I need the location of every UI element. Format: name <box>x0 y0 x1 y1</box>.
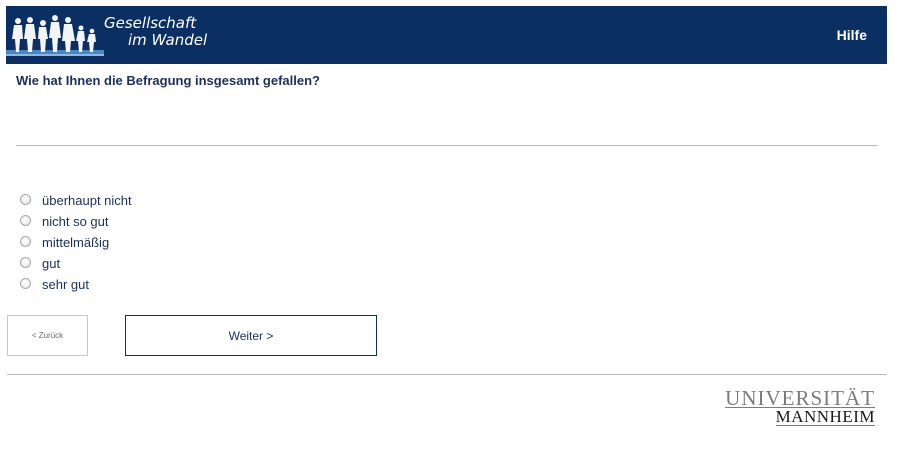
answer-options: überhaupt nicht nicht so gut mittelmäßig… <box>20 190 132 295</box>
people-silhouette-icon <box>6 15 104 56</box>
radio-button[interactable] <box>20 194 31 205</box>
radio-button[interactable] <box>20 278 31 289</box>
option-gut[interactable]: gut <box>20 253 132 274</box>
option-label: überhaupt nicht <box>42 193 132 208</box>
logo-line1: Gesellschaft <box>104 14 197 32</box>
option-label: sehr gut <box>42 277 89 292</box>
option-sehr-gut[interactable]: sehr gut <box>20 274 132 295</box>
next-button[interactable]: Weiter > <box>125 315 377 356</box>
footer-divider <box>7 374 887 375</box>
help-link[interactable]: Hilfe <box>837 27 867 43</box>
option-mittelmaessig[interactable]: mittelmäßig <box>20 232 132 253</box>
radio-button[interactable] <box>20 215 31 226</box>
logo-line2: im Wandel <box>128 31 208 49</box>
back-button[interactable]: < Zurück <box>7 315 88 356</box>
university-logo-line2: MANNHEIM <box>775 407 875 426</box>
option-nicht-so-gut[interactable]: nicht so gut <box>20 211 132 232</box>
option-label: mittelmäßig <box>42 235 110 250</box>
divider <box>16 145 878 146</box>
radio-button[interactable] <box>20 236 31 247</box>
option-ueberhaupt-nicht[interactable]: überhaupt nicht <box>20 190 132 211</box>
option-label: gut <box>42 256 61 271</box>
option-label: nicht so gut <box>42 214 109 229</box>
university-logo: UNIVERSITÄT MANNHEIM <box>725 388 875 427</box>
survey-logo: Gesellschaft im Wandel <box>6 6 236 64</box>
header-bar: Gesellschaft im Wandel Hilfe <box>6 6 887 64</box>
logo-text: Gesellschaft im Wandel <box>104 15 207 49</box>
university-logo-line1: UNIVERSITÄT <box>725 386 875 410</box>
radio-button[interactable] <box>20 257 31 268</box>
question-text: Wie hat Ihnen die Befragung insgesamt ge… <box>16 73 320 88</box>
